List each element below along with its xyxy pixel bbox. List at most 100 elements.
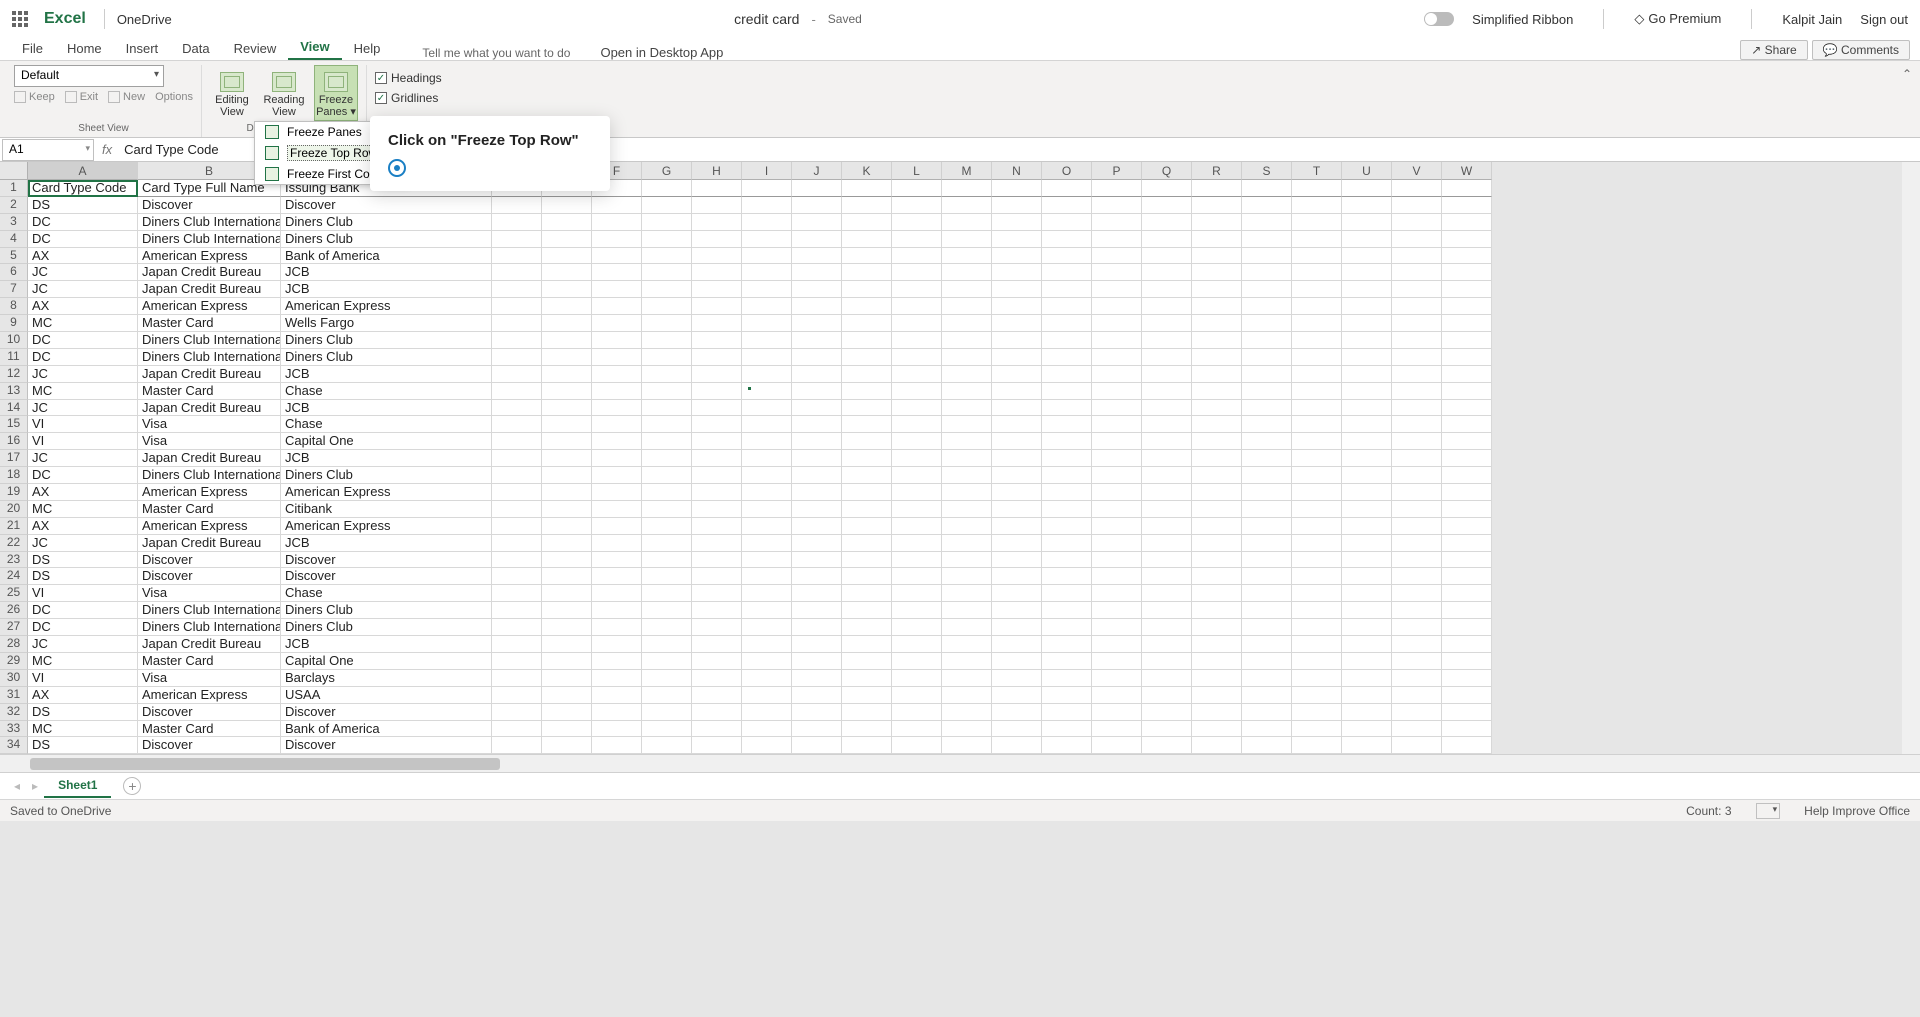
cell[interactable] — [1142, 332, 1192, 349]
cell[interactable] — [792, 568, 842, 585]
cell[interactable] — [1442, 535, 1492, 552]
cell[interactable] — [1242, 281, 1292, 298]
cell[interactable] — [1092, 400, 1142, 417]
tell-me-search[interactable]: Tell me what you want to do — [422, 46, 570, 60]
cell[interactable]: Bank of America — [281, 248, 492, 265]
cell[interactable] — [642, 535, 692, 552]
cell[interactable] — [1442, 653, 1492, 670]
cell[interactable] — [542, 298, 592, 315]
cell[interactable] — [1192, 264, 1242, 281]
cell[interactable] — [892, 281, 942, 298]
cell[interactable]: JCB — [281, 264, 492, 281]
cell[interactable] — [592, 687, 642, 704]
cell[interactable] — [1192, 467, 1242, 484]
cell[interactable] — [542, 197, 592, 214]
cell[interactable]: Diners Club — [281, 619, 492, 636]
scroll-thumb[interactable] — [30, 758, 500, 770]
cell[interactable] — [1092, 535, 1142, 552]
cell[interactable] — [942, 383, 992, 400]
cell[interactable] — [1142, 281, 1192, 298]
cell[interactable] — [1192, 670, 1242, 687]
cell[interactable] — [542, 484, 592, 501]
cell[interactable] — [1042, 214, 1092, 231]
cell[interactable] — [1242, 518, 1292, 535]
cell[interactable] — [692, 737, 742, 754]
cell[interactable] — [692, 231, 742, 248]
cell[interactable] — [842, 180, 892, 197]
cell[interactable] — [1392, 332, 1442, 349]
cell[interactable] — [1192, 721, 1242, 738]
cell[interactable] — [1142, 349, 1192, 366]
cell[interactable] — [942, 737, 992, 754]
cell[interactable]: Discover — [281, 568, 492, 585]
cell[interactable] — [842, 433, 892, 450]
cell[interactable] — [992, 602, 1042, 619]
cell[interactable] — [1042, 450, 1092, 467]
cell[interactable] — [842, 602, 892, 619]
sheet-nav-next-icon[interactable]: ▸ — [32, 779, 38, 793]
cell[interactable] — [1392, 653, 1442, 670]
cell[interactable] — [842, 518, 892, 535]
column-header[interactable]: T — [1292, 162, 1342, 180]
cell[interactable] — [592, 332, 642, 349]
cell[interactable]: Discover — [138, 568, 281, 585]
cell[interactable] — [1342, 197, 1392, 214]
freeze-panes-button[interactable]: Freeze Panes ▾ — [314, 65, 358, 121]
cell[interactable] — [592, 248, 642, 265]
cell[interactable]: American Express — [281, 484, 492, 501]
cell[interactable] — [1292, 450, 1342, 467]
cell[interactable] — [642, 636, 692, 653]
cell[interactable] — [1442, 585, 1492, 602]
cell[interactable] — [1442, 636, 1492, 653]
cell[interactable] — [542, 535, 592, 552]
cell[interactable] — [1192, 332, 1242, 349]
cell[interactable] — [1042, 383, 1092, 400]
cell[interactable] — [1442, 315, 1492, 332]
cell[interactable]: DC — [28, 602, 138, 619]
cell[interactable] — [1292, 433, 1342, 450]
cell[interactable] — [1242, 298, 1292, 315]
cell[interactable] — [592, 518, 642, 535]
cell[interactable] — [1342, 467, 1392, 484]
cell[interactable]: DS — [28, 568, 138, 585]
cell[interactable] — [1392, 433, 1442, 450]
cell[interactable] — [1092, 636, 1142, 653]
cell[interactable] — [692, 602, 742, 619]
cell[interactable]: Diners Club — [281, 332, 492, 349]
cell[interactable] — [942, 687, 992, 704]
cell[interactable] — [492, 704, 542, 721]
cell[interactable] — [1442, 332, 1492, 349]
simplified-ribbon-toggle[interactable] — [1424, 12, 1454, 26]
cell[interactable] — [892, 585, 942, 602]
cell[interactable] — [1442, 602, 1492, 619]
cell[interactable] — [1242, 653, 1292, 670]
cell[interactable] — [592, 636, 642, 653]
cell[interactable]: VI — [28, 585, 138, 602]
cell[interactable] — [1242, 535, 1292, 552]
cell[interactable] — [1092, 180, 1142, 197]
column-header[interactable]: K — [842, 162, 892, 180]
cell[interactable] — [1392, 264, 1442, 281]
cell[interactable] — [792, 687, 842, 704]
cell[interactable] — [892, 670, 942, 687]
cell[interactable] — [892, 704, 942, 721]
cell[interactable] — [1192, 568, 1242, 585]
cell[interactable] — [1042, 704, 1092, 721]
cell[interactable] — [642, 231, 692, 248]
cell[interactable] — [792, 197, 842, 214]
vertical-scrollbar[interactable] — [1902, 162, 1920, 754]
cell[interactable]: Diners Club — [281, 349, 492, 366]
row-header[interactable]: 20 — [0, 501, 28, 518]
cell[interactable] — [1192, 214, 1242, 231]
cell[interactable] — [842, 721, 892, 738]
cell[interactable] — [492, 721, 542, 738]
cell[interactable] — [942, 366, 992, 383]
open-desktop-button[interactable]: Open in Desktop App — [600, 45, 723, 60]
cell[interactable] — [492, 602, 542, 619]
cell[interactable] — [692, 248, 742, 265]
cell[interactable] — [992, 704, 1042, 721]
cell[interactable] — [1292, 281, 1342, 298]
cell[interactable] — [1392, 704, 1442, 721]
cell[interactable]: American Express — [138, 484, 281, 501]
cell[interactable] — [892, 501, 942, 518]
